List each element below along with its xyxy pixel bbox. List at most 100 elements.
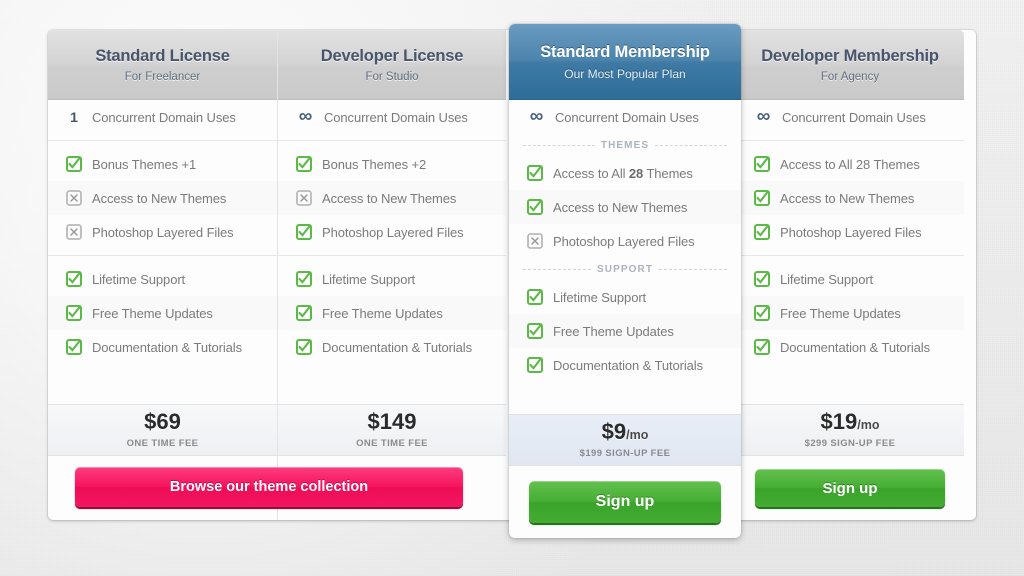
feature-label: Access to New Themes [322, 191, 456, 206]
infinity-icon: ∞ [527, 110, 545, 124]
feature-label: Concurrent Domain Uses [782, 110, 926, 125]
theme-count: 28 [629, 166, 643, 181]
cross-icon [527, 233, 543, 249]
table-row: Bonus Themes +1 [48, 147, 277, 181]
plan-subtitle: For Agency [821, 71, 879, 83]
divider-line [659, 269, 727, 270]
price-block: $19/mo $299 SIGN-UP FEE [736, 404, 964, 456]
feature-label: Photoshop Layered Files [92, 225, 234, 240]
feature-label: Concurrent Domain Uses [324, 110, 468, 125]
table-row: Documentation & Tutorials [48, 330, 277, 364]
table-row: Lifetime Support [736, 262, 964, 296]
check-icon [296, 156, 312, 172]
feature-label: Free Theme Updates [322, 306, 443, 321]
feature-label: Access to All 28 Themes [553, 166, 693, 181]
divider-line [523, 269, 591, 270]
plan-header: Standard License For Freelancer [48, 30, 277, 100]
feature-label: Documentation & Tutorials [92, 340, 242, 355]
feature-label: Documentation & Tutorials [780, 340, 930, 355]
price-amount: $19/mo [821, 411, 880, 433]
browse-themes-button[interactable]: Browse our theme collection [75, 467, 463, 507]
cross-icon [66, 224, 82, 240]
feature-label: Lifetime Support [553, 290, 646, 305]
price-period: /mo [857, 418, 879, 432]
price-block: $9/mo $199 SIGN-UP FEE [509, 414, 741, 466]
price-amount: $69 [144, 411, 181, 433]
feature-list: ∞ Concurrent Domain Uses Bonus Themes +2… [278, 100, 506, 404]
check-icon [754, 271, 770, 287]
table-row: Photoshop Layered Files [736, 215, 964, 249]
plan-column-developer-license: Developer License For Studio ∞ Concurren… [277, 30, 506, 520]
cross-icon [296, 190, 312, 206]
table-row: Bonus Themes +2 [278, 147, 506, 181]
check-icon [527, 357, 543, 373]
feature-label: Concurrent Domain Uses [555, 110, 699, 125]
table-row: Access to All 28 Themes [736, 147, 964, 181]
featured-plan-card: Standard Membership Our Most Popular Pla… [509, 24, 741, 538]
price-note: ONE TIME FEE [356, 438, 428, 449]
table-row: Access to All 28 Themes [509, 156, 741, 190]
price-amount: $9/mo [602, 421, 649, 443]
price-value: $19 [821, 409, 858, 434]
price-value: $9 [602, 419, 626, 444]
feature-label: Documentation & Tutorials [322, 340, 472, 355]
feature-label: Bonus Themes +1 [92, 157, 196, 172]
check-icon [754, 224, 770, 240]
table-row: Lifetime Support [278, 262, 506, 296]
check-icon [754, 305, 770, 321]
table-row: Lifetime Support [48, 262, 277, 296]
feature-label: Free Theme Updates [553, 324, 674, 339]
table-row: Photoshop Layered Files [48, 215, 277, 249]
feature-label: Access to All 28 Themes [780, 157, 920, 172]
signup-button[interactable]: Sign up [529, 481, 721, 523]
price-block: $149 ONE TIME FEE [278, 404, 506, 456]
feature-label: Free Theme Updates [92, 306, 213, 321]
domain-count-value: 1 [66, 109, 82, 125]
divider [48, 140, 277, 141]
table-row: Access to New Themes [48, 181, 277, 215]
check-icon [527, 289, 543, 305]
table-row: Access to New Themes [509, 190, 741, 224]
feature-label: Bonus Themes +2 [322, 157, 426, 172]
check-icon [527, 323, 543, 339]
feature-row-domains: 1 Concurrent Domain Uses [48, 100, 277, 134]
signup-button[interactable]: Sign up [755, 469, 945, 507]
price-block: $69 ONE TIME FEE [48, 404, 277, 456]
feature-label: Free Theme Updates [780, 306, 901, 321]
price-note: $299 SIGN-UP FEE [805, 438, 896, 449]
divider [736, 140, 964, 141]
feature-list: ∞ Concurrent Domain Uses THEMES Access t… [509, 100, 741, 414]
check-icon [296, 339, 312, 355]
group-label: THEMES [601, 140, 649, 151]
cross-icon [66, 190, 82, 206]
check-icon [66, 271, 82, 287]
price-note: ONE TIME FEE [127, 438, 199, 449]
feature-label: Access to New Themes [780, 191, 914, 206]
plan-title: Developer License [321, 47, 463, 66]
group-divider-themes: THEMES [509, 134, 741, 156]
divider-line [655, 145, 727, 146]
table-row: Access to New Themes [736, 181, 964, 215]
check-icon [296, 271, 312, 287]
feature-label: Access to New Themes [92, 191, 226, 206]
feature-label-pre: Access to All [553, 166, 629, 181]
divider [278, 140, 506, 141]
divider [736, 255, 964, 256]
plan-title: Developer Membership [761, 47, 939, 66]
feature-label: Documentation & Tutorials [553, 358, 703, 373]
check-icon [754, 339, 770, 355]
check-icon [66, 339, 82, 355]
plan-subtitle: Our Most Popular Plan [564, 67, 685, 81]
plan-header: Developer Membership For Agency [736, 30, 964, 100]
table-row: Documentation & Tutorials [736, 330, 964, 364]
price-amount: $149 [368, 411, 417, 433]
feature-list: ∞ Concurrent Domain Uses Access to All 2… [736, 100, 964, 404]
check-icon [296, 224, 312, 240]
plan-header: Standard Membership Our Most Popular Pla… [509, 24, 741, 100]
table-row: Free Theme Updates [509, 314, 741, 348]
plan-title: Standard Membership [540, 43, 709, 62]
check-icon [66, 156, 82, 172]
feature-row-domains: ∞ Concurrent Domain Uses [509, 100, 741, 134]
plan-header: Developer License For Studio [278, 30, 506, 100]
price-period: /mo [626, 428, 648, 442]
